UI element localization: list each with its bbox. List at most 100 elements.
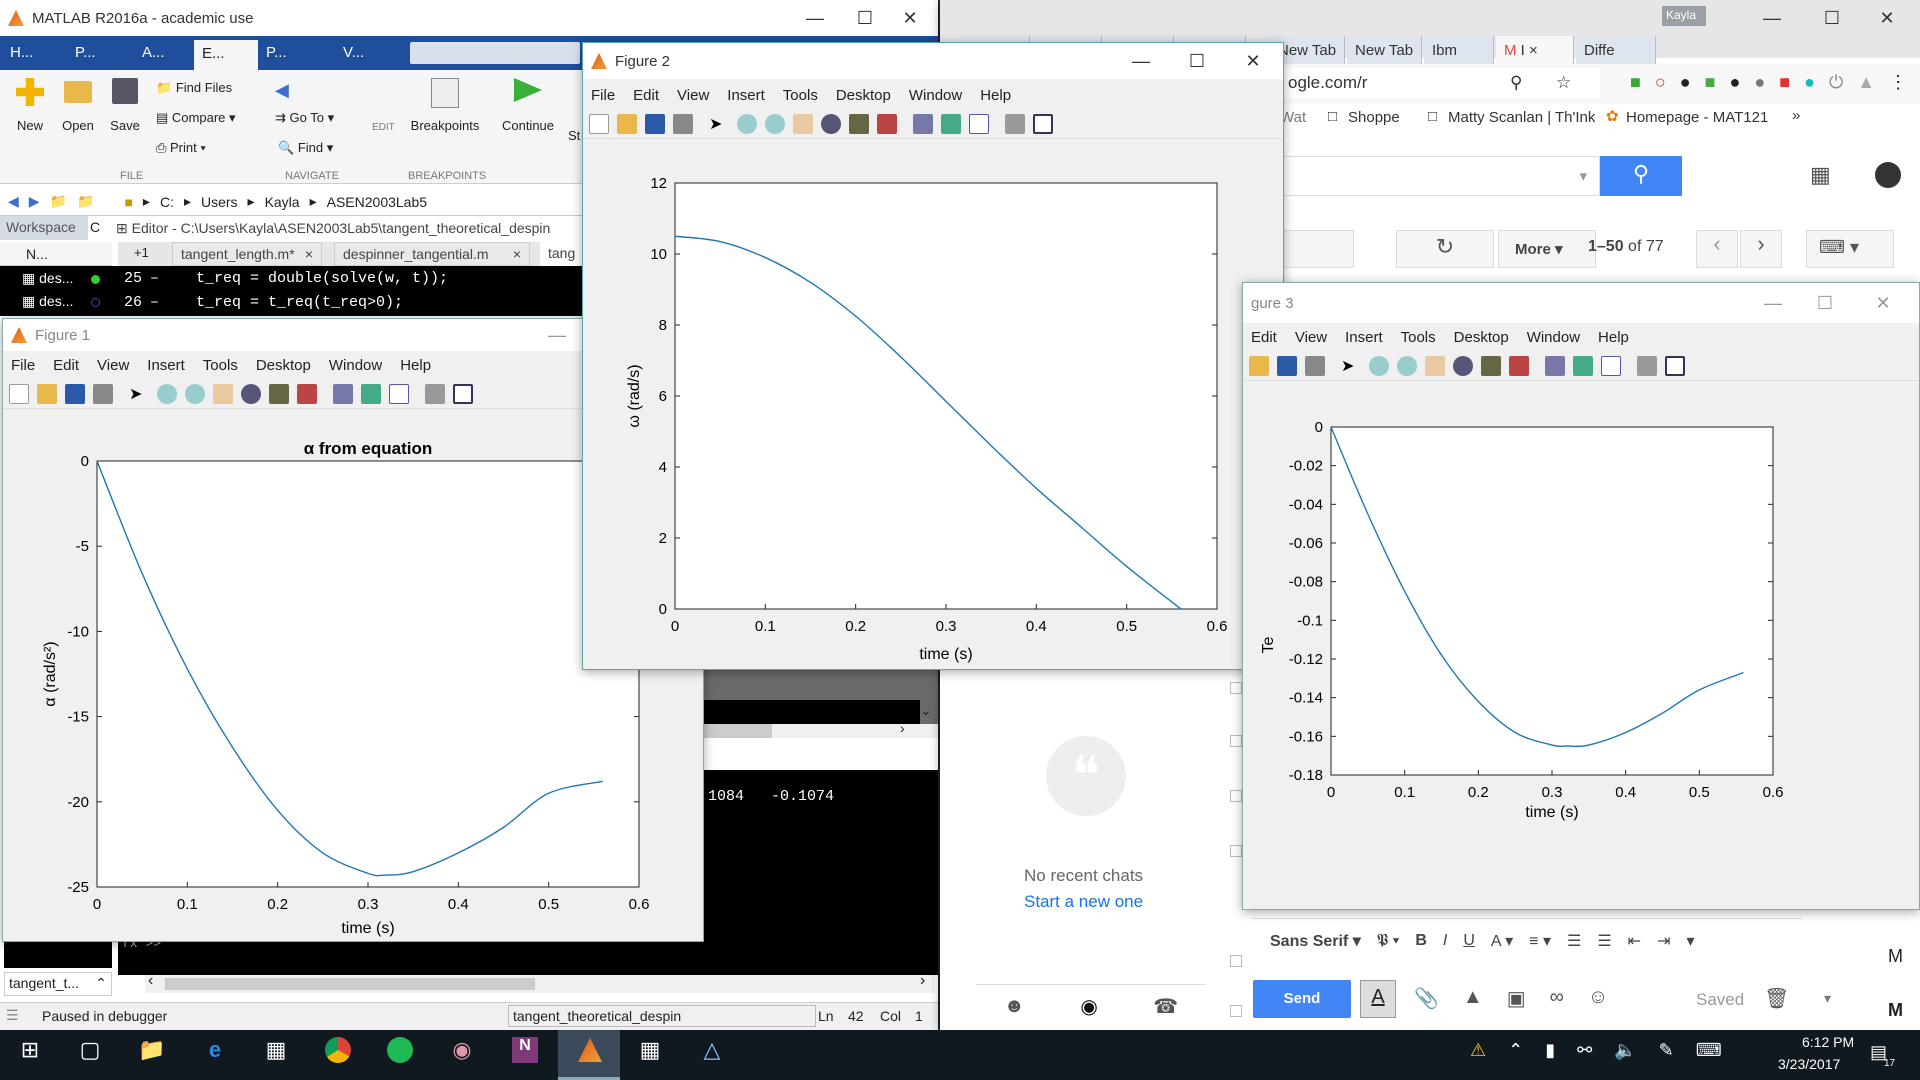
pointer-icon[interactable]: ➤ [129,384,149,404]
menu-file[interactable]: File [591,87,615,104]
save-button[interactable]: Save [105,78,145,133]
search-dropdown-icon[interactable]: ▾ [1579,167,1587,185]
bottom-scrollbar[interactable] [145,975,935,993]
rotate-icon[interactable] [821,113,841,134]
zoom-in-icon[interactable] [157,383,177,404]
folder-up-icon[interactable]: 📁 [50,193,67,210]
italic-icon[interactable]: I [1443,932,1447,950]
figure3-maximize-button[interactable]: ☐ [1797,283,1853,323]
code-line[interactable]: t_req = double(solve(w, t)); [196,270,448,287]
bullet-list-icon[interactable]: ☰ [1597,931,1611,951]
menu-window[interactable]: Window [909,87,962,104]
close-button[interactable]: ✕ [882,0,938,36]
step-button[interactable]: St [568,128,580,143]
spotify-icon[interactable] [380,1030,420,1070]
editor-tab-tangent-length[interactable]: tangent_length.m* × [172,242,322,266]
hide-tools-icon[interactable] [425,383,445,404]
taskbar-date[interactable]: 3/23/2017 [1778,1056,1840,1072]
font-select[interactable]: Sans Serif ▾ [1270,931,1361,951]
print-button[interactable]: ⎙ Print ▾ [156,140,206,156]
menu-edit[interactable]: Edit [633,87,659,104]
show-tools-icon[interactable] [1033,113,1053,134]
figure1-minimize-button[interactable]: — [529,319,585,351]
ext-icon[interactable]: ● [1754,72,1765,93]
drive-icon[interactable]: ▲ [1463,986,1483,1011]
editor-scroll-down-icon[interactable]: ⌄ [920,702,932,719]
editor-tab-despinner[interactable]: despinner_tangential.m × [334,242,530,266]
gmail-search-button[interactable]: ⚲ [1600,156,1682,196]
ext-dark-icon[interactable]: ● [1680,72,1691,93]
legend-icon[interactable] [1601,355,1621,376]
pen-icon[interactable]: ✎ [1659,1040,1674,1061]
menu-help[interactable]: Help [400,357,431,374]
menu-tools[interactable]: Tools [203,357,238,374]
chrome-close-button[interactable]: ✕ [1859,0,1915,36]
formatting-toggle-icon[interactable]: A [1360,980,1396,1018]
store-icon[interactable]: ▦ [256,1030,296,1070]
pointer-icon[interactable]: ➤ [709,114,729,134]
path-seg-folder[interactable]: ASEN2003Lab5 [327,194,427,210]
save-icon[interactable] [645,113,665,134]
legend-icon[interactable] [969,113,989,134]
text-size-icon[interactable]: 𝕻 ▾ [1377,932,1400,950]
chrome-maximize-button[interactable]: ☐ [1804,0,1860,36]
send-button[interactable]: Send [1253,980,1351,1018]
edge-icon[interactable]: e [195,1030,235,1070]
menu-insert[interactable]: Insert [1345,329,1383,346]
menu-window[interactable]: Window [1527,329,1580,346]
row-checkbox[interactable] [1230,735,1242,747]
bookmark-item[interactable]: Homepage - MAT121 [1626,109,1768,126]
volume-icon[interactable]: 🔈 [1614,1040,1636,1061]
ribbon-tab-home[interactable]: H... [10,44,33,61]
current-folder-tab[interactable]: C [90,219,100,235]
open-button[interactable]: Open [58,78,98,133]
figure2-minimize-button[interactable]: — [1113,43,1169,79]
gmail-search-input[interactable]: ▾ [1280,156,1600,196]
chevron-up-icon[interactable]: ⌃ [95,975,107,992]
link-plot-icon[interactable] [333,383,353,404]
paint-icon[interactable]: ◉ [442,1030,482,1070]
ribbon-tab-plots[interactable]: P... [75,44,96,61]
path-seg-drive[interactable]: C: [160,194,174,210]
figure2-close-button[interactable]: ✕ [1225,43,1281,79]
hide-tools-icon[interactable] [1637,355,1657,376]
brush-icon[interactable] [297,383,317,404]
find-button[interactable]: 🔍 Find ▾ [278,140,333,156]
workspace-tab[interactable]: Workspace [0,216,88,240]
ws-row[interactable]: ▦ des... [22,270,73,287]
outdent-icon[interactable]: ⇤ [1628,931,1641,951]
nav-forward-icon[interactable]: ▶ [29,193,40,210]
figure3-close-button[interactable]: ✕ [1855,283,1911,323]
ext-teal-icon[interactable]: ● [1804,72,1815,93]
pan-icon[interactable] [213,383,233,404]
menu-desktop[interactable]: Desktop [1454,329,1509,346]
chrome-tab[interactable]: Ibm [1424,36,1494,64]
nav-back-icon[interactable]: ◀ [8,193,19,210]
text-color-icon[interactable]: A ▾ [1491,931,1513,951]
new-figure-icon[interactable] [589,113,609,134]
ext-red-icon[interactable]: ■ [1779,72,1790,93]
ext-green-icon[interactable]: ■ [1630,72,1641,93]
battery-icon[interactable]: ▮ [1545,1040,1555,1061]
power-icon[interactable]: ⏻ [1829,72,1843,93]
more-options-icon[interactable]: ▾ [1824,990,1831,1007]
browse-icon[interactable]: 📁 [77,193,94,210]
data-cursor-icon[interactable] [849,113,869,134]
chrome-tab[interactable]: Diffe [1576,36,1656,64]
prev-page-button[interactable]: ‹ [1696,230,1738,268]
rotate-icon[interactable] [1453,355,1473,376]
chrome-menu-icon[interactable]: ⋮ [1889,72,1907,93]
photo-icon[interactable]: ▣ [1507,986,1526,1011]
row-checkbox[interactable] [1230,955,1242,967]
pan-icon[interactable] [1425,355,1445,376]
chrome-icon[interactable] [318,1030,358,1070]
gmail-select-box[interactable] [1280,230,1354,268]
rotate-icon[interactable] [241,383,261,404]
brush-icon[interactable] [877,113,897,134]
ws-row[interactable]: ▦ des... [22,293,73,310]
brush-icon[interactable] [1509,355,1529,376]
align-icon[interactable]: ≡ ▾ [1529,931,1551,951]
ribbon-tab-apps[interactable]: A... [142,44,165,61]
chevron-up-icon[interactable]: ⌃ [1508,1040,1523,1061]
minimize-button[interactable]: — [787,0,843,36]
